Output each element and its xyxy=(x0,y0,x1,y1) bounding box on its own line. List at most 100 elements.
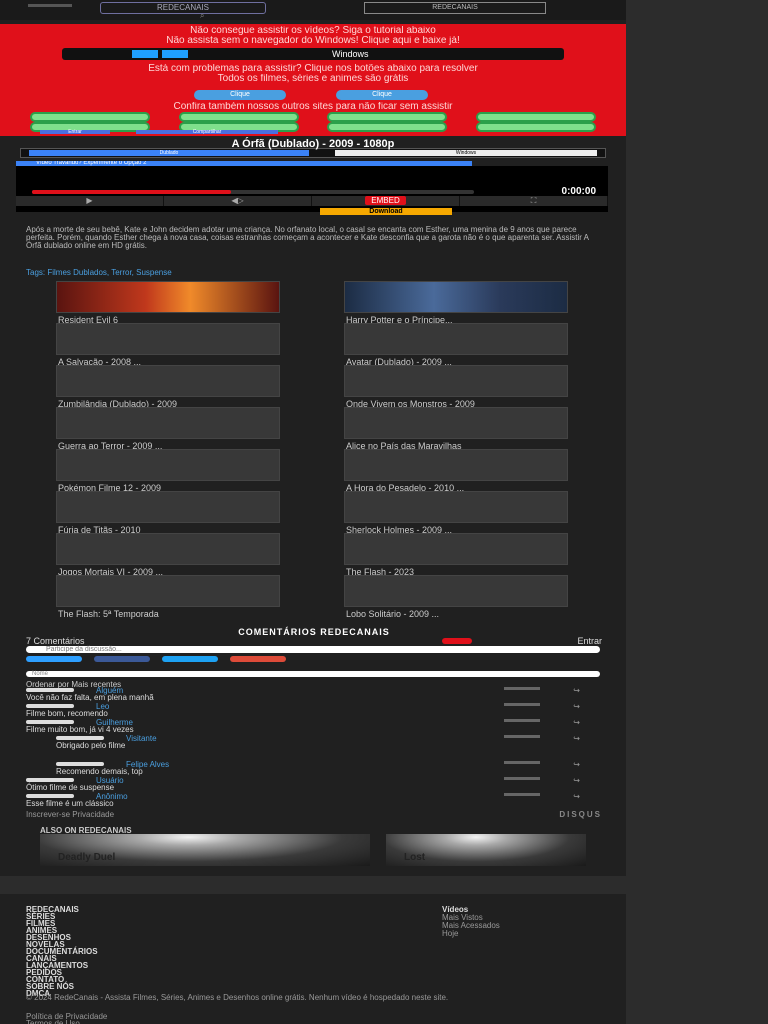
related-movie-card[interactable] xyxy=(56,533,280,565)
banner-line-5: Confira também nossos outros sites para … xyxy=(173,102,453,112)
notification-badge[interactable] xyxy=(442,638,472,644)
footer-left-items: SÉRIES FILMES ANIMES DESENHOS NOVELAS DOCUMEN… xyxy=(26,913,196,998)
vote-control[interactable] xyxy=(504,735,540,738)
vote-control[interactable] xyxy=(504,793,540,796)
share-icon[interactable]: ↪ xyxy=(573,760,580,769)
banner-line-1: Não consegue assistir os vídeos? Siga o … xyxy=(190,26,436,36)
comment-count: 7 Comentários xyxy=(26,636,85,646)
share-icon[interactable]: ↪ xyxy=(573,776,580,785)
related-movie-title[interactable]: The Flash: 5ª Temporada xyxy=(58,609,282,619)
promo-title-right: Lost xyxy=(404,852,426,863)
related-movie-card[interactable] xyxy=(344,491,568,523)
banner-pill-left[interactable]: Clique xyxy=(194,90,286,100)
site-buttons-row-1 xyxy=(30,112,596,122)
site-logo[interactable]: REDECANAIS xyxy=(100,2,266,14)
disqus-login-icon[interactable] xyxy=(26,656,82,662)
name-field[interactable]: Nome xyxy=(26,671,600,677)
volume-icon[interactable]: ◀▷ xyxy=(164,196,312,206)
related-movie-card[interactable] xyxy=(56,575,280,607)
related-movie-card[interactable] xyxy=(56,449,280,481)
vote-control[interactable] xyxy=(504,687,540,690)
related-movie-card[interactable] xyxy=(56,407,280,439)
avatar[interactable] xyxy=(26,778,74,782)
comment-author[interactable]: Visitante xyxy=(126,734,157,743)
related-movie-card[interactable] xyxy=(344,407,568,439)
avatar[interactable] xyxy=(26,720,74,724)
banner-line-2: Não assista sem o navegador do Windows! … xyxy=(166,36,460,46)
embed-label: EMBED xyxy=(365,196,406,205)
related-movie-card[interactable] xyxy=(344,323,568,355)
right-gutter xyxy=(626,0,768,1024)
promo-card-right[interactable]: Lost xyxy=(386,834,586,866)
share-icon[interactable]: ↪ xyxy=(573,718,580,727)
related-movie-card[interactable] xyxy=(56,365,280,397)
vote-control[interactable] xyxy=(504,719,540,722)
download-button[interactable]: Download xyxy=(320,208,452,215)
search-icon[interactable]: ⌕ xyxy=(200,11,204,21)
warning-banner: Não consegue assistir os vídeos? Siga o … xyxy=(0,24,626,136)
avatar[interactable] xyxy=(26,794,74,798)
disqus-footer-links[interactable]: Inscrever-se Privacidade xyxy=(26,810,114,819)
vote-control[interactable] xyxy=(504,777,540,780)
avatar[interactable] xyxy=(26,688,74,692)
embed-button[interactable]: EMBED xyxy=(312,196,460,206)
twitter-login-icon[interactable] xyxy=(162,656,218,662)
avatar[interactable] xyxy=(56,736,104,740)
vote-control[interactable] xyxy=(504,761,540,764)
share-icon[interactable]: ↪ xyxy=(573,702,580,711)
share-icon[interactable]: ↪ xyxy=(573,734,580,743)
footer-nav-item[interactable]: SOBRE NÓS xyxy=(26,983,196,991)
social-login-options xyxy=(26,656,286,664)
related-movie-title[interactable]: Lobo Solitário - 2009 ... xyxy=(346,609,570,619)
avatar[interactable] xyxy=(26,704,74,708)
footer-copyright: © 2024 RedeCanais - Assista Filmes, Séri… xyxy=(26,993,449,1002)
menu-icon[interactable] xyxy=(28,4,72,7)
video-player[interactable]: 0:00:00 ▶ ◀▷ EMBED ⛶ xyxy=(16,166,608,212)
google-login-icon[interactable] xyxy=(230,656,286,662)
social-links[interactable]: REDECANAIS xyxy=(364,2,546,14)
banner-line-4: Todos os filmes, séries e animes são grá… xyxy=(217,74,409,84)
server-tab-dublado[interactable]: Dublado xyxy=(29,150,309,156)
disqus-login[interactable]: Entrar xyxy=(577,636,602,646)
play-icon[interactable]: ▶ xyxy=(16,196,164,206)
windows-label: Windows xyxy=(332,49,369,59)
related-movie-card[interactable] xyxy=(56,491,280,523)
share-button[interactable]: Compartilhar xyxy=(136,130,278,135)
disqus-brand[interactable]: DISQUS xyxy=(559,810,602,819)
related-movie-card[interactable] xyxy=(56,323,280,355)
related-movie-card[interactable] xyxy=(344,449,568,481)
windows-download-bar[interactable]: Windows xyxy=(62,48,564,60)
disqus-footer: Inscrever-se Privacidade DISQUS xyxy=(26,810,602,819)
share-icon[interactable]: ↪ xyxy=(573,686,580,695)
related-movie-card[interactable] xyxy=(56,281,280,313)
avatar[interactable] xyxy=(56,762,104,766)
login-button[interactable]: Entrar xyxy=(40,130,110,135)
promo-card-left[interactable]: Deadly Duel xyxy=(40,834,370,866)
comment-text: Você não faz falta, em plena manhã xyxy=(26,693,154,702)
progress-fill xyxy=(32,190,231,194)
windows-icon xyxy=(132,50,192,58)
fullscreen-icon[interactable]: ⛶ xyxy=(460,196,608,206)
site-button[interactable] xyxy=(327,122,448,132)
server-tab-windows[interactable]: Windows xyxy=(335,150,597,156)
site-button[interactable] xyxy=(475,112,596,122)
site-button[interactable] xyxy=(327,112,448,122)
site-button[interactable] xyxy=(475,122,596,132)
comment-item: Alguém Você não faz falta, em plena manhã… xyxy=(26,686,602,702)
related-movie-card[interactable] xyxy=(344,281,568,313)
related-movie-card[interactable] xyxy=(344,365,568,397)
facebook-login-icon[interactable] xyxy=(94,656,150,662)
comment-input[interactable]: Participe da discussão... xyxy=(26,646,600,653)
movie-tags[interactable]: Tags: Filmes Dublados, Terror, Suspense xyxy=(26,268,602,277)
site-button[interactable] xyxy=(178,112,299,122)
share-icon[interactable]: ↪ xyxy=(573,792,580,801)
banner-pill-right[interactable]: Clique xyxy=(336,90,428,100)
vote-control[interactable] xyxy=(504,703,540,706)
footer-video-link[interactable]: Mais Acessados xyxy=(442,922,592,930)
related-movie-card[interactable] xyxy=(344,533,568,565)
site-button[interactable] xyxy=(30,112,150,122)
related-movie-card[interactable] xyxy=(344,575,568,607)
comment-text: Filme bom, recomendo xyxy=(26,709,108,718)
footer-video-link[interactable]: Hoje xyxy=(442,930,592,938)
footer-link[interactable]: Termos de Uso xyxy=(26,1020,196,1024)
